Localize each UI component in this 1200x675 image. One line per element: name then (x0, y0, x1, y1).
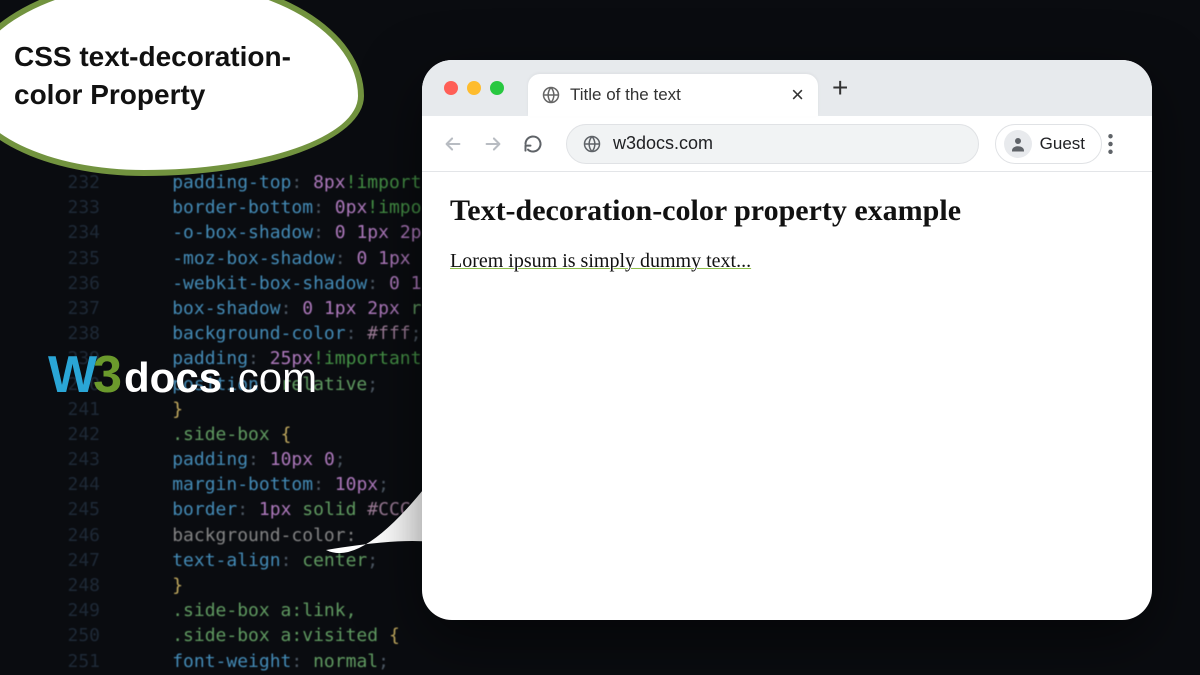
tab-close-icon[interactable]: × (791, 84, 804, 106)
title-bubble-text: CSS text-decoration-color Property (14, 38, 328, 114)
window-traffic-lights (444, 81, 504, 95)
page-heading: Text-decoration-color property example (450, 194, 1124, 228)
traffic-close-icon[interactable] (444, 81, 458, 95)
traffic-minimize-icon[interactable] (467, 81, 481, 95)
traffic-maximize-icon[interactable] (490, 81, 504, 95)
browser-toolbar: w3docs.com Guest (422, 116, 1152, 172)
w3docs-logo: W 3 docs .com (48, 345, 317, 405)
web-page-content: Text-decoration-color property example L… (422, 172, 1152, 295)
tab-title: Title of the text (570, 85, 781, 105)
globe-icon (542, 86, 560, 104)
logo-dotcom: .com (226, 354, 317, 402)
back-button[interactable] (436, 127, 470, 161)
profile-chip[interactable]: Guest (995, 124, 1102, 164)
forward-button[interactable] (476, 127, 510, 161)
profile-label: Guest (1040, 134, 1085, 154)
new-tab-button[interactable]: + (832, 74, 848, 102)
browser-tab[interactable]: Title of the text × (528, 74, 818, 116)
logo-w: W (48, 345, 95, 405)
address-bar[interactable]: w3docs.com (566, 124, 979, 164)
reload-button[interactable] (516, 127, 550, 161)
menu-button[interactable] (1108, 134, 1138, 154)
site-info-icon[interactable] (583, 135, 601, 153)
page-paragraph: Lorem ipsum is simply dummy text... (450, 250, 751, 273)
address-url: w3docs.com (613, 133, 713, 154)
tab-strip: Title of the text × + (422, 60, 1152, 116)
browser-window: Title of the text × + w3docs.com (422, 60, 1152, 620)
logo-3: 3 (93, 345, 122, 405)
logo-docs: docs (124, 354, 222, 402)
avatar-icon (1004, 130, 1032, 158)
